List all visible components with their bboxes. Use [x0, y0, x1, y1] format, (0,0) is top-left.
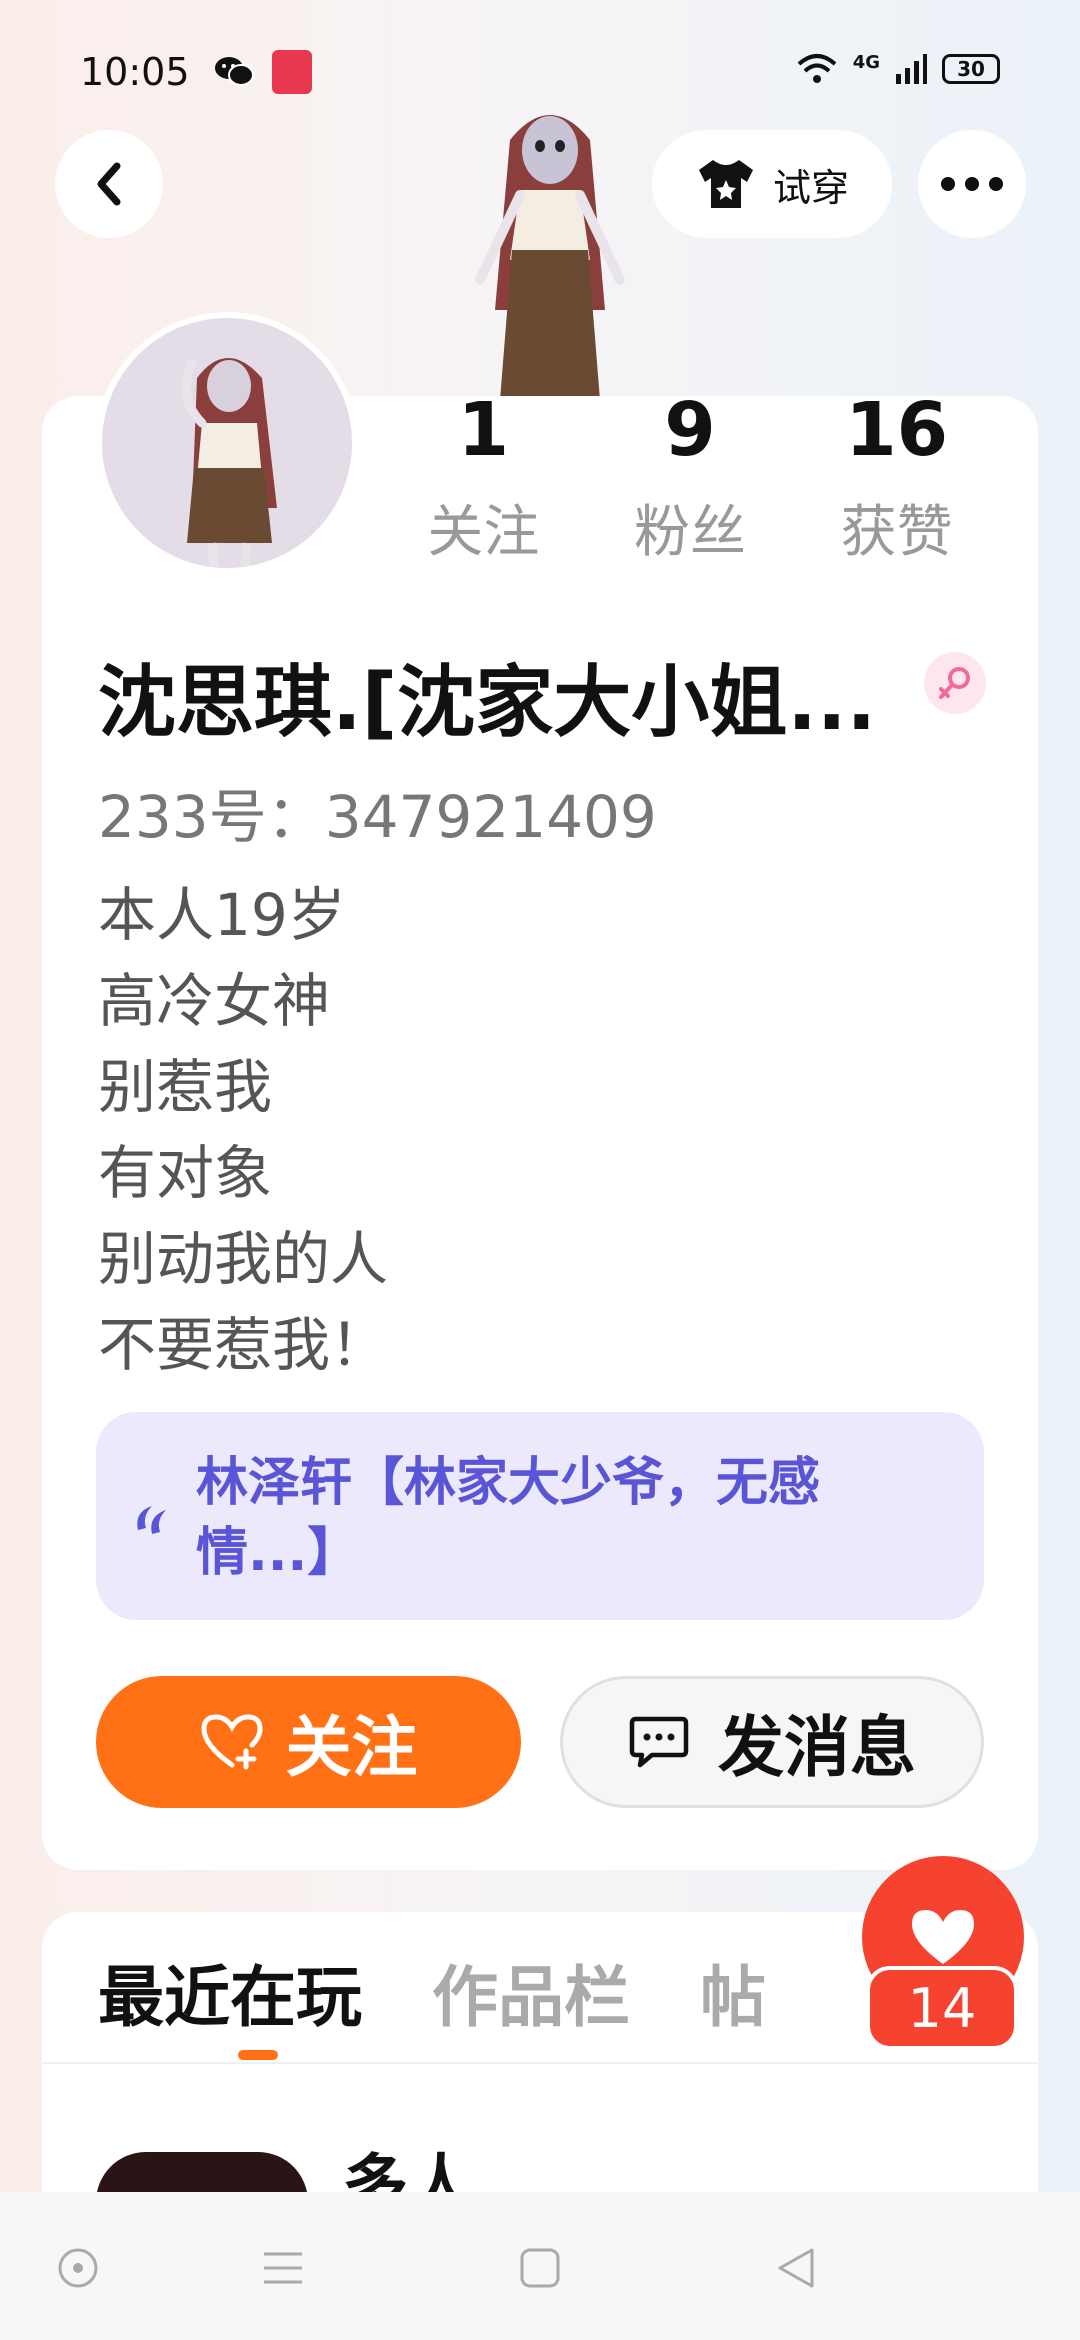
try-on-button[interactable]: 试穿: [652, 130, 892, 238]
like-count: 14: [866, 1966, 1018, 2050]
stat-value: 1: [457, 387, 510, 473]
wechat-icon: [213, 54, 255, 88]
network-label: 4G: [852, 52, 880, 73]
partner-card[interactable]: 林泽轩【林家大少爷，无感情...】: [96, 1412, 984, 1620]
username: 沈思琪.[沈家大小姐...: [98, 658, 877, 748]
status-time: 10:05: [80, 50, 190, 94]
avatar[interactable]: [96, 312, 358, 574]
bio: 本人19岁 高冷女神 别惹我 有对象 别动我的人 不要惹我！: [98, 872, 388, 1388]
stat-followers[interactable]: 9 粉丝: [587, 385, 794, 568]
avatar-character-image: [181, 358, 277, 568]
female-icon: [939, 667, 970, 699]
menu-icon[interactable]: [260, 2246, 306, 2290]
heart-plus-icon: [200, 1714, 263, 1770]
bio-line: 别动我的人: [98, 1225, 389, 1293]
back-button[interactable]: [55, 130, 163, 238]
stat-label: 粉丝: [634, 500, 746, 565]
more-dots-icon: [941, 177, 1003, 191]
signal-icon: [896, 54, 927, 84]
tab-indicator: [238, 2050, 278, 2060]
tshirt-icon: [698, 160, 753, 208]
try-on-label: 试穿: [772, 165, 849, 210]
chat-bubble-icon: [629, 1716, 689, 1768]
bio-line: 不要惹我！: [98, 1311, 389, 1379]
chevron-left-icon: [97, 162, 121, 206]
partner-link-icon: [137, 1506, 166, 1534]
user-id: 233号：347921409: [98, 783, 657, 851]
bio-line: 本人19岁: [98, 881, 346, 949]
profile-stats: 1 关注 9 粉丝 16 获赞: [380, 385, 1000, 568]
more-button[interactable]: [918, 130, 1026, 238]
bio-line: 有对象: [98, 1139, 273, 1207]
app-notification-icon: [272, 50, 312, 94]
battery-icon: 30: [942, 54, 1000, 84]
home-square-icon[interactable]: [518, 2246, 562, 2290]
tab-recently-played[interactable]: 最近在玩: [98, 1944, 362, 2040]
stat-likes[interactable]: 16 获赞: [793, 385, 1000, 568]
bio-line: 别惹我: [98, 1053, 273, 1121]
tab-posts[interactable]: 帖: [700, 1944, 766, 2040]
follow-label: 关注: [285, 1709, 418, 1786]
divider: [42, 2062, 1038, 2064]
message-button[interactable]: 发消息: [560, 1676, 984, 1808]
message-label: 发消息: [718, 1709, 916, 1786]
tab-works[interactable]: 作品栏: [432, 1944, 630, 2040]
status-indicators: 4G 30: [795, 52, 1000, 86]
gender-badge: [924, 652, 986, 714]
system-nav-bar: [0, 2192, 1080, 2340]
partner-name: 林泽轩【林家大少爷，无感情...】: [196, 1453, 821, 1583]
stat-value: 16: [845, 387, 949, 473]
stat-label: 获赞: [840, 500, 953, 565]
character-figure: [475, 115, 625, 400]
wifi-icon: [797, 54, 837, 83]
assistant-circle-icon[interactable]: [56, 2246, 100, 2290]
back-triangle-icon[interactable]: [774, 2246, 818, 2290]
follow-button[interactable]: 关注: [96, 1676, 521, 1808]
stat-value: 9: [664, 387, 716, 473]
heart-icon: [912, 1910, 974, 1964]
tab-bar: 最近在玩 作品栏 帖: [98, 1944, 766, 2040]
bio-line: 高冷女神: [98, 967, 331, 1035]
stat-label: 关注: [427, 500, 540, 565]
stat-following[interactable]: 1 关注: [380, 385, 587, 568]
